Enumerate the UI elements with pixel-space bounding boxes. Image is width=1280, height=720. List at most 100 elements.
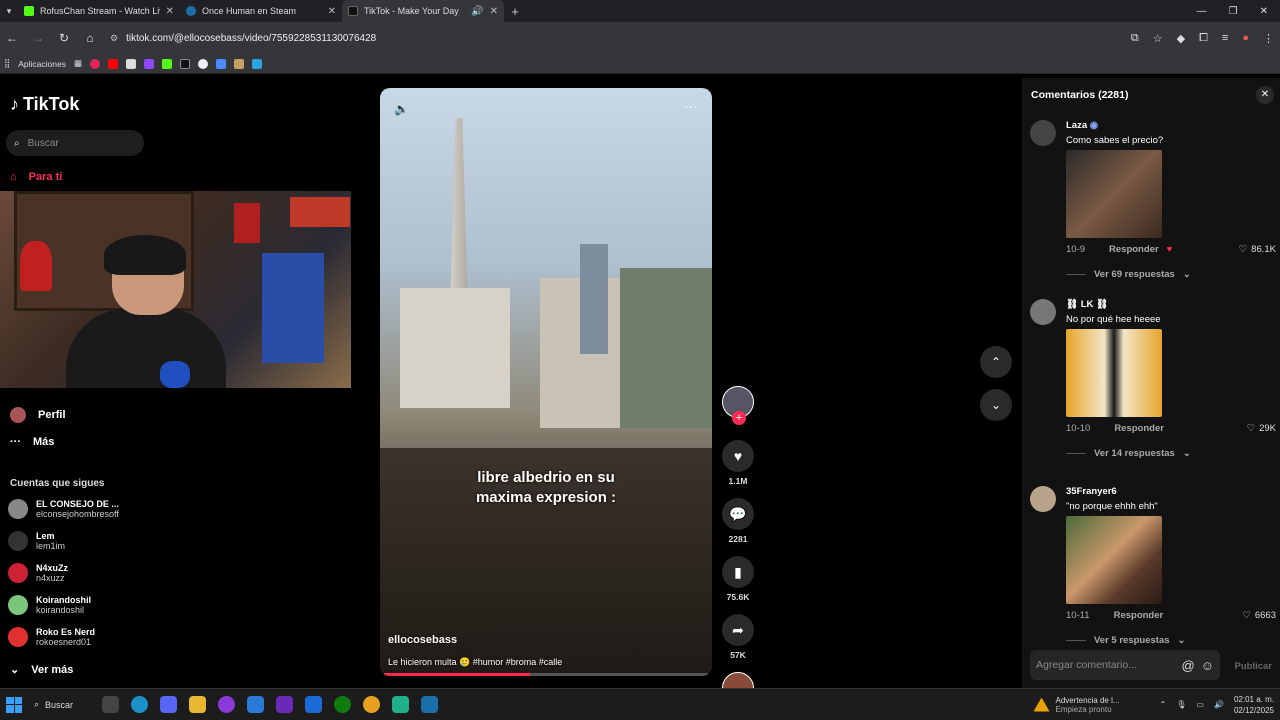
next-video-button[interactable]: ⌄ <box>980 389 1012 421</box>
bookmark-star-icon[interactable]: ☆ <box>1153 32 1163 45</box>
tiktok-icon[interactable] <box>180 58 190 69</box>
save-button[interactable]: ▮ <box>722 556 754 588</box>
comment-like-button[interactable]: ♡ 86.1K <box>1239 244 1276 255</box>
extensions-icon[interactable]: ⧠ <box>1199 32 1208 45</box>
avatar[interactable] <box>1030 486 1056 512</box>
app-icon[interactable] <box>305 696 322 713</box>
sidebar-item-for-you[interactable]: ⌂ Para ti <box>10 171 62 183</box>
comment-image[interactable] <box>1066 329 1162 417</box>
close-icon[interactable]: ✕ <box>1256 86 1274 104</box>
taskbar-search[interactable]: ⌕ Buscar <box>34 694 90 716</box>
comment-user[interactable]: Laza ◉ <box>1066 120 1276 131</box>
publish-button[interactable]: Publicar <box>1235 661 1273 672</box>
gemini-icon[interactable] <box>216 58 226 69</box>
more-options-icon[interactable]: ··· <box>684 98 698 114</box>
discord-icon[interactable] <box>160 696 177 713</box>
emoji-icon[interactable]: ☺ <box>1201 658 1214 673</box>
comment-like-button[interactable]: ♡ 29K <box>1247 423 1276 434</box>
url-field[interactable]: tiktok.com/@ellocosebass/video/755922853… <box>126 33 376 44</box>
file-explorer-icon[interactable] <box>189 696 206 713</box>
tab-once-human[interactable]: Once Human en Steam ✕ <box>180 0 342 22</box>
steam-icon[interactable] <box>421 696 438 713</box>
sidebar-item-profile[interactable]: Perfil <box>10 407 66 423</box>
comment-input[interactable]: Agregar comentario... @ ☺ <box>1030 650 1220 680</box>
bookmark-icon[interactable] <box>126 58 136 69</box>
avatar[interactable] <box>1030 120 1056 146</box>
telegram-icon[interactable] <box>252 58 262 69</box>
tab-tiktok[interactable]: TikTok - Make Your Day 🔊 ✕ <box>342 0 504 22</box>
site-info-icon[interactable]: ⚙ <box>110 33 118 44</box>
followed-account[interactable]: N4xuZz n4xuzz <box>8 563 68 583</box>
apps-icon[interactable]: ⣿ <box>4 58 10 69</box>
reply-button[interactable]: Responder <box>1114 423 1164 434</box>
extension-diamond-icon[interactable]: ◆ <box>1177 32 1185 45</box>
home-icon[interactable]: ⌂ <box>84 31 96 45</box>
comment-image[interactable] <box>1066 150 1162 238</box>
store-icon[interactable] <box>247 696 264 713</box>
volume-icon[interactable]: 🔈 <box>394 102 409 116</box>
tiktok-logo[interactable]: ♪ TikTok <box>10 94 79 115</box>
app-icon[interactable] <box>276 696 293 713</box>
media-control-icon[interactable]: ≡ <box>1222 32 1228 45</box>
sidebar-item-more[interactable]: ··· Más <box>10 436 54 448</box>
apps-grid-icon[interactable]: ▦ <box>74 58 82 69</box>
chevron-up-icon[interactable]: ⌃ <box>1160 700 1167 709</box>
followed-account[interactable]: Lem lem1im <box>8 531 65 551</box>
forward-icon[interactable]: → <box>32 31 44 45</box>
xbox-icon[interactable] <box>334 696 351 713</box>
network-icon[interactable]: ▭ <box>1196 700 1204 709</box>
comment-button[interactable]: 💬 <box>722 498 754 530</box>
bookmark-apps[interactable]: Aplicaciones <box>18 59 66 69</box>
new-tab-button[interactable]: + <box>504 4 526 19</box>
tab-rofuschan[interactable]: RofusChan Stream - Watch Live ✕ <box>18 0 180 22</box>
bookmark-icon[interactable] <box>90 58 100 69</box>
app-icon[interactable] <box>392 696 409 713</box>
bookmark-icon[interactable] <box>234 58 244 69</box>
youtube-icon[interactable] <box>108 58 118 69</box>
menu-icon[interactable]: ⋮ <box>1263 32 1274 45</box>
profile-icon[interactable]: ● <box>1242 32 1249 45</box>
kick-icon[interactable] <box>162 58 172 69</box>
search-input[interactable]: ⌕ Buscar <box>6 130 144 156</box>
clock[interactable]: 02:01 a. m. 02/12/2025 <box>1234 694 1274 716</box>
microphone-icon[interactable]: 🎙 <box>1176 700 1186 709</box>
threads-icon[interactable] <box>198 58 208 69</box>
app-icon[interactable] <box>218 696 235 713</box>
follow-plus-icon[interactable]: + <box>732 411 746 425</box>
comment-like-button[interactable]: ♡ 6663 <box>1242 610 1276 621</box>
task-view-icon[interactable] <box>102 696 119 713</box>
cast-icon[interactable]: ⧉ <box>1131 32 1139 45</box>
view-replies-button[interactable]: Ver 14 respuestas ⌄ <box>1066 448 1276 459</box>
comment-user[interactable]: 35Franyer6 <box>1066 486 1276 497</box>
twitch-icon[interactable] <box>144 58 154 69</box>
start-icon[interactable] <box>6 696 22 713</box>
see-more-button[interactable]: ⌄ Ver más <box>10 663 73 677</box>
view-replies-button[interactable]: Ver 69 respuestas ⌄ <box>1066 269 1276 280</box>
close-tab-icon[interactable]: ✕ <box>328 6 336 17</box>
chrome-icon[interactable] <box>363 696 380 713</box>
followed-account[interactable]: Koirandoshil koirandoshil <box>8 595 91 615</box>
video-username[interactable]: ellocosebass <box>388 634 457 646</box>
followed-account[interactable]: Roko Es Nerd rokoesnerd01 <box>8 627 95 647</box>
volume-icon[interactable]: 🔊 <box>1214 700 1224 709</box>
close-window-icon[interactable]: ✕ <box>1260 6 1268 17</box>
like-button[interactable]: ♥ <box>722 440 754 472</box>
reply-button[interactable]: Responder <box>1114 610 1164 621</box>
share-button[interactable]: ➦ <box>722 614 754 646</box>
followed-account[interactable]: EL CONSEJO DE ... elconsejohombresoff <box>8 499 119 519</box>
close-tab-icon[interactable]: ✕ <box>166 6 174 17</box>
video-player[interactable]: 🔈 ··· libre albedrio en su maxima expres… <box>380 88 712 676</box>
reload-icon[interactable]: ↻ <box>58 31 70 45</box>
view-replies-button[interactable]: Ver 5 respuestas ⌄ <box>1066 635 1276 646</box>
weather-alert[interactable]: Advertencia de l... Empieza pronto <box>1033 696 1120 714</box>
video-progress-bar[interactable] <box>384 673 708 676</box>
comment-user[interactable]: ⛓ LK ⛓ <box>1066 299 1276 310</box>
minimize-icon[interactable]: — <box>1197 6 1207 17</box>
avatar[interactable] <box>1030 299 1056 325</box>
tab-search-icon[interactable]: ▾ <box>0 0 18 22</box>
previous-video-button[interactable]: ⌃ <box>980 346 1012 378</box>
edge-icon[interactable] <box>131 696 148 713</box>
restore-icon[interactable]: ❐ <box>1229 6 1238 17</box>
reply-button[interactable]: Responder <box>1109 244 1159 255</box>
comment-image[interactable] <box>1066 516 1162 604</box>
